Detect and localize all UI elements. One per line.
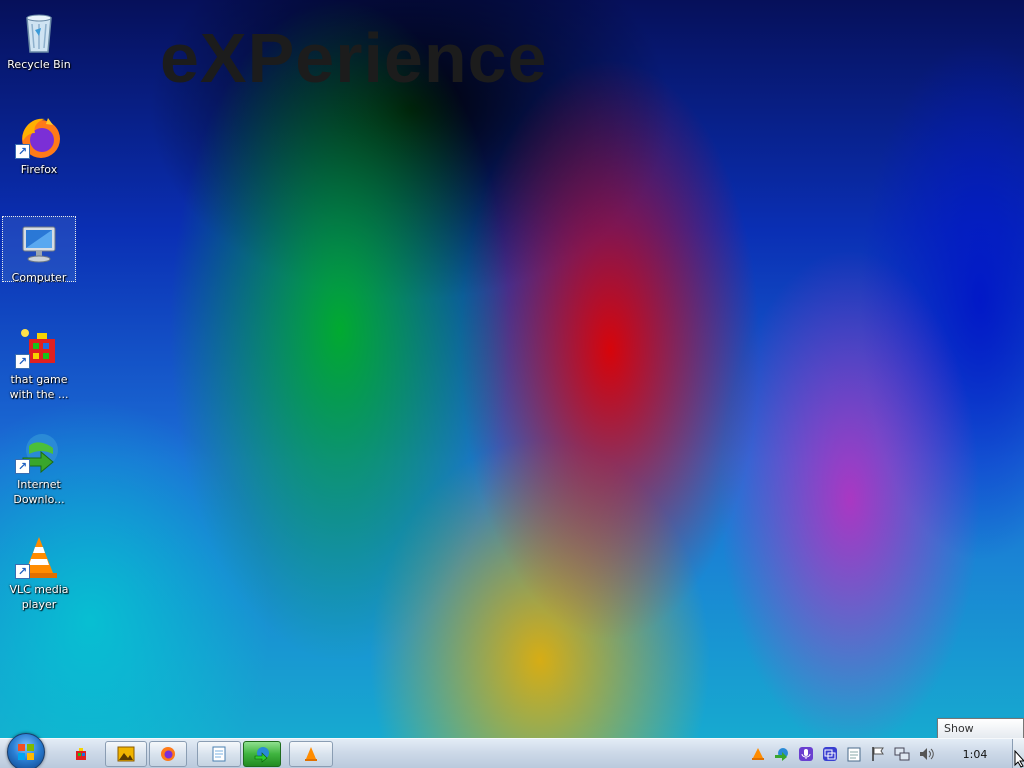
taskbar-button-vlc[interactable] xyxy=(289,741,333,767)
shortcut-arrow-icon: ↗ xyxy=(15,459,30,474)
desktop-icon-label: Firefox xyxy=(20,163,58,176)
vlc-icon xyxy=(305,747,317,761)
firefox-icon: ↗ xyxy=(15,113,63,161)
computer-icon xyxy=(15,221,63,269)
taskbar-button-firefox[interactable] xyxy=(149,741,187,767)
game-icon: ↗ xyxy=(15,323,63,371)
tray-action-center-flag-icon[interactable] xyxy=(870,746,886,762)
desktop-icon-firefox[interactable]: ↗ Firefox xyxy=(2,109,76,176)
desktop-icon-computer[interactable]: Computer xyxy=(2,216,76,284)
shortcut-arrow-icon: ↗ xyxy=(15,564,30,579)
start-button[interactable] xyxy=(7,733,45,768)
taskbar-button-internet-download-manager[interactable] xyxy=(243,741,281,767)
desktop-icon-label: Internet Downlo... xyxy=(13,478,65,506)
taskbar-button-game[interactable] xyxy=(67,741,95,767)
start-orb-icon xyxy=(18,744,34,760)
internet-download-manager-icon xyxy=(254,747,269,763)
tray-volume-icon[interactable] xyxy=(918,746,934,762)
vlc-icon: ↗ xyxy=(15,533,63,581)
recycle-bin-icon xyxy=(15,8,63,56)
desktop-icon-label: Recycle Bin xyxy=(7,58,71,71)
wallpaper-brand-text: eXPerience xyxy=(160,19,548,97)
game-icon xyxy=(76,748,86,760)
desktop-icon-vlc[interactable]: ↗ VLC media player xyxy=(2,529,76,611)
image-viewer-icon xyxy=(117,746,135,762)
taskbar-button-image-viewer[interactable] xyxy=(105,741,147,767)
taskbar-clock[interactable]: 1:04 xyxy=(948,739,1002,768)
notepad-icon xyxy=(212,746,226,762)
tray-microphone-icon[interactable] xyxy=(798,746,814,762)
shortcut-arrow-icon: ↗ xyxy=(15,144,30,159)
tray-idm-icon[interactable] xyxy=(774,746,790,762)
shortcut-arrow-icon: ↗ xyxy=(15,354,30,369)
show-desktop-tooltip: Show desktop xyxy=(937,718,1024,754)
tray-vlc-icon[interactable] xyxy=(750,746,766,762)
tray-network-icon[interactable] xyxy=(894,746,910,762)
taskbar-button-notepad[interactable] xyxy=(197,741,241,767)
desktop-icon-label: VLC media player xyxy=(9,583,69,611)
desktop-icon-recycle-bin[interactable]: Recycle Bin xyxy=(2,4,76,71)
desktop-wallpaper: eXPerience xyxy=(0,0,1024,768)
tray-display-icon[interactable] xyxy=(822,746,838,762)
taskbar: 1:04 xyxy=(0,733,1024,768)
internet-download-manager-icon: ↗ xyxy=(15,428,63,476)
desktop-icon-game[interactable]: ↗ that game with the ... xyxy=(2,319,76,401)
desktop-icon-label: that game with the ... xyxy=(9,373,69,401)
desktop-icon-internet-download-manager[interactable]: ↗ Internet Downlo... xyxy=(2,424,76,506)
mouse-cursor-icon xyxy=(1014,750,1024,768)
firefox-icon xyxy=(161,747,175,761)
desktop-icon-label: Computer xyxy=(11,271,67,284)
tray-clipboard-icon[interactable] xyxy=(846,746,862,762)
